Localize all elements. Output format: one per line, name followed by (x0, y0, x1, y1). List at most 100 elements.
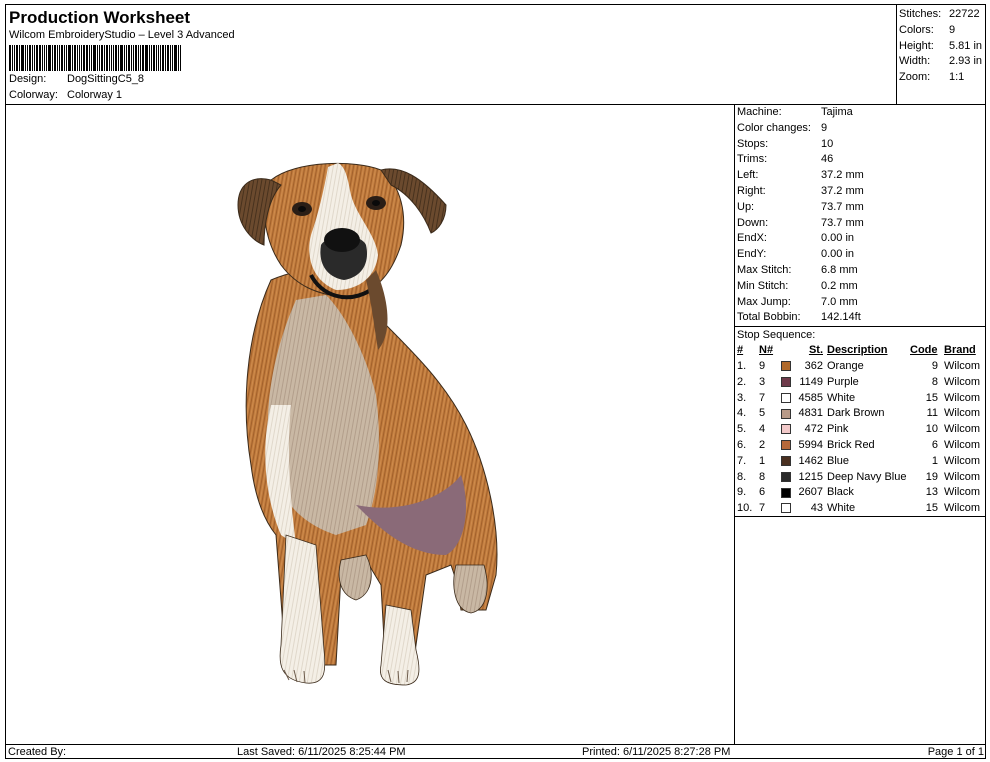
stat-value: 22722 (949, 8, 980, 20)
machine-info-value: 37.2 mm (821, 169, 864, 182)
row-brand: Wilcom (944, 470, 981, 483)
row-num: 1. (737, 360, 747, 373)
row-description: Purple (827, 375, 859, 388)
stat-value: 5.81 in (949, 39, 983, 52)
col-header-description: Description (827, 344, 888, 357)
machine-info-row: Machine: Tajima (735, 105, 986, 121)
printed-date: Printed: 6/11/2025 8:27:28 PM (582, 746, 731, 758)
stat-row: Colors: 9 (899, 23, 986, 39)
row-brand: Wilcom (944, 391, 981, 404)
row-stitches: 362 (804, 360, 823, 373)
machine-info-label: EndX: (737, 232, 767, 245)
row-num: 4. (737, 407, 747, 420)
machine-info-row: Down: 73.7 mm (735, 216, 986, 232)
machine-info-value: 73.7 mm (821, 200, 864, 213)
stop-sequence-table: # N# St. Description Code Brand 1. 9 362 Or… (737, 342, 984, 516)
software-subtitle: Wilcom EmbroideryStudio – Level 3 Advanc… (9, 29, 235, 41)
machine-info-value: 0.00 in (821, 232, 855, 245)
row-code: 9 (931, 360, 938, 373)
machine-info-value: 10 (821, 137, 834, 150)
machine-info-label: Left: (737, 169, 759, 182)
machine-info-row: Max Stitch: 6.8 mm (735, 263, 986, 279)
machine-info-label: EndY: (737, 248, 767, 261)
colorway-row: Colorway: Colorway 1 (9, 89, 122, 101)
color-swatch (781, 376, 791, 387)
row-stitches: 5994 (798, 439, 823, 452)
row-num: 9. (737, 486, 747, 499)
table-row: 6. 2 5994 Brick Red 6 Wilcom (737, 437, 984, 453)
machine-info-label: Max Stitch: (737, 263, 792, 276)
row-code: 19 (925, 470, 938, 483)
color-swatch (781, 440, 791, 451)
row-num: 10. (737, 502, 753, 515)
row-code: 15 (925, 502, 938, 515)
row-code: 15 (925, 391, 938, 404)
table-header-row: # N# St. Description Code Brand (737, 342, 984, 358)
table-row: 8. 8 1215 Deep Navy Blue 19 Wilcom (737, 469, 984, 485)
table-row: 4. 5 4831 Dark Brown 11 Wilcom (737, 406, 984, 422)
col-header-brand: Brand (944, 344, 976, 357)
machine-info-row: Left: 37.2 mm (735, 168, 986, 184)
color-swatch (781, 455, 791, 466)
machine-info-value: 46 (821, 153, 834, 166)
row-stitches: 1149 (799, 375, 823, 388)
row-num: 8. (737, 470, 747, 483)
page-title: Production Worksheet (9, 8, 191, 27)
colorway-value: Colorway 1 (67, 89, 123, 101)
table-row: 10. 7 43 White 15 Wilcom (737, 500, 984, 516)
machine-info-row: Color changes: 9 (735, 121, 986, 137)
row-brand: Wilcom (944, 439, 981, 452)
machine-info-row: EndX: 0.00 in (735, 231, 986, 247)
stat-label: Width: (899, 55, 931, 68)
design-row: Design: DogSittingC5_8 (9, 73, 144, 85)
table-row: 7. 1 1462 Blue 1 Wilcom (737, 453, 984, 469)
row-code: 11 (926, 407, 938, 420)
row-code: 10 (925, 423, 938, 436)
row-stitches: 1462 (798, 454, 823, 467)
row-needle: 3 (759, 375, 766, 388)
stat-label: Stitches: (899, 8, 942, 20)
row-stitches: 43 (810, 502, 823, 515)
row-needle: 9 (759, 360, 766, 373)
stop-sequence-title: Stop Sequence: (735, 326, 986, 342)
machine-info-row: Max Jump: 7.0 mm (735, 295, 986, 311)
row-num: 7. (737, 454, 747, 467)
row-needle: 2 (759, 439, 766, 452)
machine-info-label: Color changes: (737, 121, 811, 134)
worksheet-header: Production Worksheet Wilcom EmbroiderySt… (6, 5, 896, 105)
row-description: Pink (827, 423, 849, 436)
row-description: Blue (827, 454, 850, 467)
row-num: 3. (737, 391, 747, 404)
worksheet: Production Worksheet Wilcom EmbroiderySt… (5, 4, 986, 759)
row-brand: Wilcom (944, 407, 981, 420)
machine-info-row: Trims: 46 (735, 152, 986, 168)
row-brand: Wilcom (944, 360, 981, 373)
machine-info-label: Right: (737, 184, 766, 197)
worksheet-footer: Created By: Last Saved: 6/11/2025 8:25:4… (6, 744, 986, 759)
stat-row: Width: 2.93 in (899, 54, 986, 70)
color-swatch (781, 503, 791, 514)
machine-info-value: 6.8 mm (821, 263, 858, 276)
design-preview (6, 105, 735, 744)
colorway-label: Colorway: (9, 89, 58, 101)
stat-value: 2.93 in (949, 55, 983, 68)
machine-info-label: Max Jump: (737, 295, 791, 308)
row-brand: Wilcom (944, 375, 981, 388)
row-description: Dark Brown (827, 407, 885, 420)
machine-info-value: 37.2 mm (821, 184, 864, 197)
last-saved: Last Saved: 6/11/2025 8:25:44 PM (237, 746, 406, 758)
row-num: 6. (737, 439, 747, 452)
row-description: Orange (827, 360, 864, 373)
row-brand: Wilcom (944, 502, 981, 515)
machine-info-row: Stops: 10 (735, 137, 986, 153)
row-stitches: 472 (804, 423, 823, 436)
table-row: 3. 7 4585 White 15 Wilcom (737, 390, 984, 406)
row-code: 8 (931, 375, 938, 388)
row-description: Deep Navy Blue (827, 470, 907, 483)
machine-info-label: Trims: (737, 153, 768, 166)
design-value: DogSittingC5_8 (67, 73, 145, 85)
machine-info-row: EndY: 0.00 in (735, 247, 986, 263)
machine-info-value: 7.0 mm (821, 295, 858, 308)
stat-row: Zoom: 1:1 (899, 70, 986, 86)
col-header-stitches: St. (808, 344, 823, 357)
